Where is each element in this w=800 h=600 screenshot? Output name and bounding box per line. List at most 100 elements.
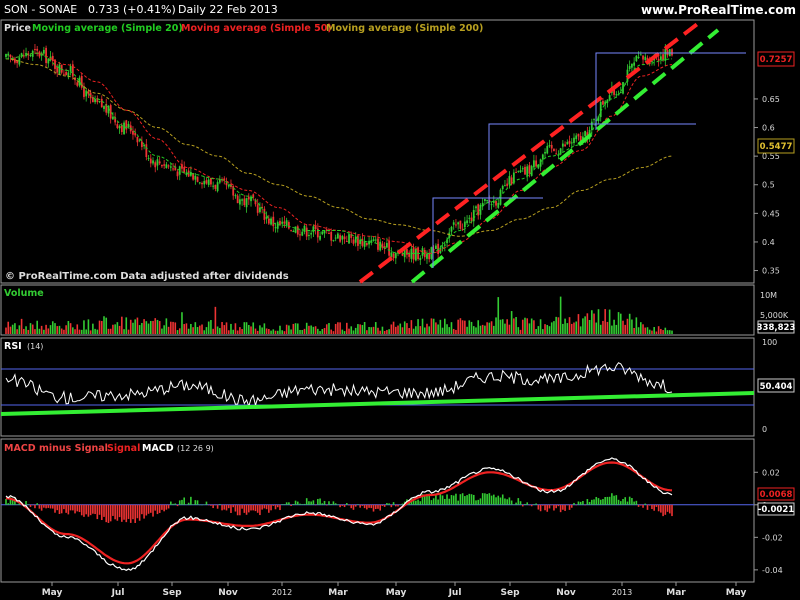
candle-body [149,158,152,164]
volume-bar [165,318,168,334]
volume-bar [132,322,134,334]
macd-hist-bar [575,504,578,506]
candle-body [243,198,246,206]
volume-bar [383,330,386,334]
volume-bar [428,326,431,334]
candle-body [541,154,544,160]
volume-bar [403,321,406,334]
volume-bar [392,321,395,334]
macd-hist-bar [613,495,615,505]
macd-hist-bar [112,504,114,516]
candle-body [546,145,549,154]
macd-hist-bar [288,502,290,505]
candle-body [136,136,139,143]
candle-body [287,222,290,229]
candle-body [283,221,286,224]
candle-body [619,91,622,93]
volume-bar [203,330,206,334]
volume-bar [397,325,399,334]
macd-axis: 0.020-0.02-0.04 [754,468,783,575]
macd-hist-bar [121,504,123,522]
macd-hist-bar [535,503,537,505]
macd-hist-bar [219,504,221,505]
volume-bar [579,326,582,334]
macd-hist-bar [67,504,70,515]
price-candles [5,43,673,265]
volume-bar [98,320,101,334]
volume-bar [312,326,315,334]
candle-body [377,238,379,250]
macd-hist-bar [584,504,586,506]
macd-hist-bar [183,497,185,505]
candle-body [245,198,248,208]
volume-bar [394,326,397,334]
volume-bar [78,329,81,334]
candle-body [644,56,647,61]
candle-body [568,140,571,144]
macd-hist-bar [430,500,433,505]
candle-body [506,183,509,186]
macd-hist-bar [390,504,393,508]
candle-body [7,53,10,56]
macd-hist-bar [357,504,359,505]
macd-hist-bar [608,496,611,505]
candle-body [365,243,368,246]
volume-bar [227,330,230,334]
volume-bar [92,323,94,334]
macd-hist-bar [508,497,511,505]
candle-body [419,257,422,261]
macd-hist-bar [212,504,214,509]
macd-hist-bar [328,501,330,505]
volume-bar [519,329,522,334]
macd-hist-bar [559,504,562,513]
macd-hist-bar [464,496,466,505]
candle-body [394,253,397,259]
macd-hist-bar [488,493,491,505]
volume-bar [105,317,108,334]
candle-body [158,161,161,164]
channel-lower-line [410,28,720,284]
macd-hist-bar [642,504,644,508]
macd-hist-bar [577,501,580,505]
volume-bar [668,330,671,334]
macd-hist-bar [274,504,277,510]
volume-bar [76,324,79,334]
macd-hist-bar [305,498,308,505]
macd-hist-bar [664,504,667,515]
macd-hist-bar [261,504,263,510]
candle-body [312,226,315,233]
macd-hist-bar [145,504,148,516]
candle-body [80,75,83,88]
volume-bar [16,329,18,334]
macd-hist-bar [635,500,638,505]
candle-body [406,249,408,255]
candle-body [319,235,321,240]
macd-hist-bar [361,504,364,506]
rsi-layer [0,362,755,416]
macd-hist-bar [54,504,56,513]
candle-body [348,234,350,244]
volume-bar [595,322,598,334]
price-tick-label-5: 0.4 [762,238,775,247]
macd-hist-bar [504,498,506,505]
candle-body [332,240,335,242]
macd-hist-bar [40,504,43,511]
volume-bar [350,326,353,334]
macd-hist-bar [330,503,333,505]
candle-body [42,49,45,54]
macd-hist-bar [192,504,194,505]
candle-body [468,217,471,219]
macd-hist-bar [562,504,564,510]
macd-hist-bar [245,504,248,515]
volume-bar [158,321,161,334]
volume-bar [301,330,304,334]
macd-hist-bar [477,499,480,505]
macd-hist-bar [461,493,464,505]
macd-hist-bar [114,504,116,520]
volume-bar [18,325,21,334]
macd-hist-bar [354,504,357,507]
candle-body [134,132,137,136]
volume-bar [181,312,183,334]
macd-hist-bar [38,504,41,509]
candle-body [218,179,221,183]
